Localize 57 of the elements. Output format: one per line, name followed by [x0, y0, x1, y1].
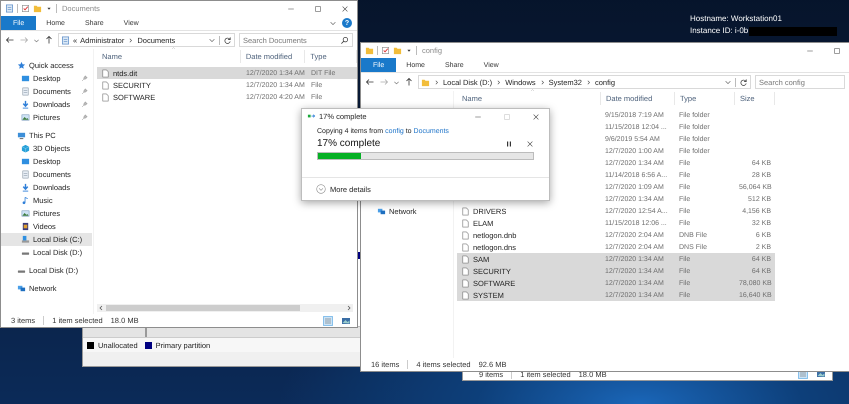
computer-icon [17, 131, 26, 140]
close-icon [532, 112, 540, 120]
chevron-down-icon[interactable] [33, 36, 40, 44]
chevron-down-icon[interactable] [329, 19, 337, 27]
desktop-icon [21, 74, 30, 83]
refresh-icon[interactable] [739, 78, 748, 86]
chevron-down-icon[interactable] [208, 36, 216, 44]
close-icon [341, 4, 349, 12]
film-icon [21, 222, 30, 231]
cube-icon [21, 144, 30, 153]
pin-icon [81, 101, 88, 108]
pin-icon [81, 88, 88, 95]
pin-icon [81, 114, 88, 121]
chevron-down-icon[interactable] [724, 78, 732, 86]
folder-icon [365, 46, 374, 55]
desktop-info-text: Instance ID: i-0b [690, 26, 748, 36]
up-arrow-icon[interactable] [44, 35, 54, 45]
folder-icon [393, 46, 402, 55]
folder-icon [33, 4, 42, 13]
picture-icon [21, 209, 30, 218]
back-arrow-icon[interactable] [5, 35, 15, 45]
desktop-icon [21, 157, 30, 166]
refresh-icon[interactable] [223, 36, 232, 44]
document-icon [21, 170, 30, 179]
document-icon [5, 4, 14, 13]
chevron-circle-icon [316, 184, 326, 194]
music-note-icon [21, 196, 30, 205]
network-icon [377, 207, 386, 216]
chevron-right-icon [495, 78, 502, 86]
folder-icon [421, 78, 430, 86]
picture-icon [21, 113, 30, 122]
drive-icon [21, 235, 30, 244]
stop-icon[interactable] [526, 140, 534, 148]
download-arrow-icon [21, 100, 30, 109]
document-icon [21, 87, 30, 96]
details-view-icon[interactable] [323, 316, 333, 326]
horizontal-scrollbar[interactable] [97, 304, 353, 312]
up-arrow-icon[interactable] [404, 77, 414, 87]
checklist-icon [381, 46, 390, 55]
back-arrow-icon[interactable] [365, 77, 375, 87]
maximize-icon [503, 112, 511, 120]
checklist-icon [21, 4, 30, 13]
large-icons-view-icon[interactable] [341, 316, 351, 326]
chevron-down-icon[interactable] [393, 78, 400, 86]
progress-heading: 17% complete [317, 138, 380, 149]
desktop-info-text: Hostname: Workstation01 [690, 14, 782, 24]
star-icon [17, 61, 26, 70]
maximize-icon [833, 46, 841, 54]
download-arrow-icon [21, 183, 30, 192]
chevron-right-icon [127, 36, 134, 44]
chevron-right-icon [433, 78, 440, 86]
pin-icon [81, 75, 88, 82]
pause-icon[interactable] [504, 138, 514, 148]
maximize-icon [314, 4, 322, 12]
search-icon [340, 36, 349, 44]
network-icon [17, 284, 26, 293]
document-icon [61, 36, 70, 44]
